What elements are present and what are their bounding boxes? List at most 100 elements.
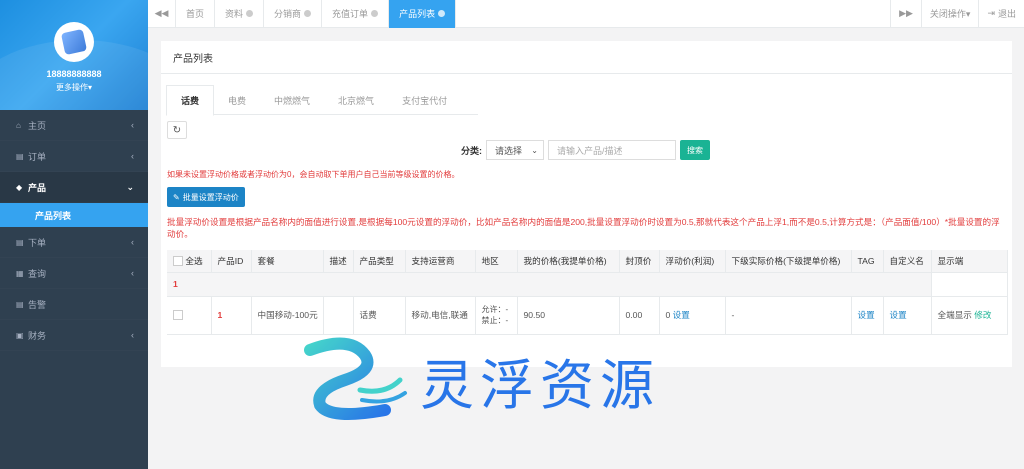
cell-desc (323, 296, 354, 335)
money-icon: ▣ (16, 330, 24, 340)
header-product-type: 产品类型 (353, 250, 406, 273)
sidebar-item-label: 查询 (28, 268, 47, 279)
file-icon: ▤ (16, 299, 24, 309)
batch-set-float-button[interactable]: ✎ 批量设置浮动价 (167, 187, 245, 207)
close-tab-icon[interactable] (246, 10, 254, 17)
sidebar-item-label: 告警 (28, 299, 47, 310)
user-phone: 18888888888 (46, 69, 102, 79)
refresh-icon: ↻ (172, 124, 182, 136)
header-carriers: 支持运营商 (405, 250, 476, 273)
logout-button[interactable]: ⇥ 退出 (978, 0, 1024, 28)
sidebar-item-place-order[interactable]: ▤ 下单 ‹ (0, 227, 148, 258)
avatar-image (60, 28, 88, 56)
sidebar-nav: ⌂ 主页 ‹ ▤ 订单 ‹ ◆ 产品 ⌄ 产品列表 ▤ 下单 ‹ ▦ 查询 ‹ ▤ 告警 ▣ 财务 ‹ (0, 110, 148, 351)
sidebar-item-home[interactable]: ⌂ 主页 ‹ (0, 110, 148, 141)
sidebar-item-label: 订单 (28, 151, 47, 162)
scroll-right-button[interactable]: ▶▶ (890, 0, 921, 28)
close-tab-icon[interactable] (304, 10, 312, 17)
close-tab-icon[interactable] (438, 10, 446, 17)
sidebar-item-label: 财务 (28, 330, 47, 341)
tab-product-list[interactable]: 产品列表 (389, 0, 457, 28)
batch-label: 批量设置浮动价 (182, 192, 239, 202)
header-my-price: 我的价格(我提单价格) (517, 250, 620, 273)
tab-home[interactable]: 首页 (176, 0, 216, 28)
custom-name-set-link[interactable]: 设置 (890, 310, 907, 320)
avatar[interactable] (54, 22, 94, 62)
float-set-link[interactable]: 设置 (673, 310, 690, 320)
tab-distributors[interactable]: 分销商 (264, 0, 323, 28)
cell-product-id: 1 (211, 296, 252, 335)
cube-icon: ◆ (16, 182, 23, 192)
tab-phone-bill[interactable]: 话费 (166, 85, 215, 116)
header-display: 显示端 (931, 250, 1008, 273)
header-desc: 描述 (323, 250, 354, 273)
cell-display: 全端显示 修改 (931, 296, 1008, 335)
select-value: 请选择 (495, 145, 523, 156)
tab-electricity[interactable]: 电费 (214, 85, 260, 115)
region-deny: 禁止：- (481, 316, 509, 325)
top-tab-bar: ◀◀ 首页 资料 分销商 充值订单 产品列表 ▶▶ 关闭操作▾ ⇥ 退出 (148, 0, 1024, 28)
topbar-right: ▶▶ 关闭操作▾ ⇥ 退出 (890, 0, 1024, 28)
content-panel: 产品列表 话费 电费 中燃燃气 北京燃气 支付宝代付 ↻ 分类: 请选择 ⌄ 请输… (161, 41, 1012, 367)
table-icon: ▦ (16, 268, 24, 278)
chevron-left-icon: ‹ (131, 268, 134, 278)
table-row: 1 中国移动-100元 话费 移动,电信,联通 允许：- 禁止：- 90.50 0… (167, 296, 1008, 335)
sidebar-item-label: 主页 (28, 120, 47, 131)
page-title: 产品列表 (161, 41, 1012, 74)
sidebar: 18888888888 更多操作▾ ⌂ 主页 ‹ ▤ 订单 ‹ ◆ 产品 ⌄ 产品列表 ▤ 下… (0, 0, 148, 469)
sidebar-subitem-product-list[interactable]: 产品列表 (0, 203, 148, 227)
logout-icon: ⇥ (987, 8, 995, 18)
row-checkbox[interactable] (173, 310, 183, 321)
close-operations-dropdown[interactable]: 关闭操作▾ (920, 0, 979, 28)
search-button[interactable]: 搜索 (680, 140, 710, 160)
watermark: 灵浮资源 (290, 335, 740, 425)
tab-profile[interactable]: 资料 (215, 0, 265, 28)
logout-label: 退出 (997, 9, 1016, 19)
tab-zhongran-gas[interactable]: 中燃燃气 (260, 85, 324, 115)
sidebar-item-alerts[interactable]: ▤ 告警 (0, 289, 148, 320)
sidebar-item-finance[interactable]: ▣ 财务 ‹ (0, 320, 148, 351)
header-sub-price: 下级实际价格(下级提单价格) (725, 250, 852, 273)
cell-sub-price: - (725, 296, 852, 335)
header-select-all[interactable]: 全选 (167, 250, 212, 273)
sidebar-item-query[interactable]: ▦ 查询 ‹ (0, 258, 148, 289)
tab-label: 分销商 (274, 9, 302, 19)
product-table: 全选 产品ID 套餐 描述 产品类型 支持运营商 地区 我的价格(我提单价格) … (167, 250, 1008, 335)
cell-tag: 设置 (851, 296, 884, 335)
file-icon: ▤ (16, 237, 24, 247)
close-tab-icon[interactable] (371, 10, 379, 17)
header-tag: TAG (851, 250, 884, 273)
sidebar-item-products[interactable]: ◆ 产品 ⌄ (0, 172, 148, 203)
category-select[interactable]: 请选择 ⌄ (486, 140, 544, 160)
more-actions-dropdown[interactable]: 更多操作▾ (0, 82, 148, 93)
tab-recharge-orders[interactable]: 充值订单 (322, 0, 390, 28)
cell-package: 中国移动-100元 (251, 296, 324, 335)
home-icon: ⌂ (16, 120, 21, 130)
watermark-text: 灵浮资源 (420, 353, 660, 417)
cell-region: 允许：- 禁止：- (475, 296, 518, 335)
sidebar-item-label: 产品 (28, 182, 47, 193)
display-value: 全端显示 (937, 310, 972, 320)
cell-cap-price: 0.00 (619, 296, 660, 335)
scroll-left-button[interactable]: ◀◀ (148, 0, 176, 28)
cell-float-price: 0 设置 (659, 296, 726, 335)
select-all-checkbox[interactable] (173, 256, 183, 267)
filter-bar: 分类: 请选择 ⌄ 请输入产品/描述 搜索 (461, 140, 710, 160)
double-left-icon: ◀◀ (154, 8, 169, 18)
group-label: 1 (167, 272, 932, 297)
chevron-down-icon: ⌄ (126, 181, 134, 192)
search-input[interactable]: 请输入产品/描述 (548, 140, 676, 160)
tab-beijing-gas[interactable]: 北京燃气 (324, 85, 388, 115)
refresh-button[interactable]: ↻ (167, 121, 187, 139)
chevron-left-icon: ‹ (131, 330, 134, 340)
batch-float-note: 批量浮动价设置是根据产品名称内的面值进行设置,是根据每100元设置的浮动价，比如… (167, 217, 1000, 239)
header-cap-price: 封顶价 (619, 250, 660, 273)
header-product-id: 产品ID (211, 250, 252, 273)
header-label: 全选 (185, 255, 203, 266)
filter-label: 分类: (461, 145, 482, 156)
display-edit-link[interactable]: 修改 (974, 310, 991, 320)
sidebar-item-orders[interactable]: ▤ 订单 ‹ (0, 141, 148, 172)
tab-label: 首页 (186, 9, 205, 19)
tag-set-link[interactable]: 设置 (858, 310, 875, 320)
tab-alipay-payment[interactable]: 支付宝代付 (388, 85, 461, 115)
